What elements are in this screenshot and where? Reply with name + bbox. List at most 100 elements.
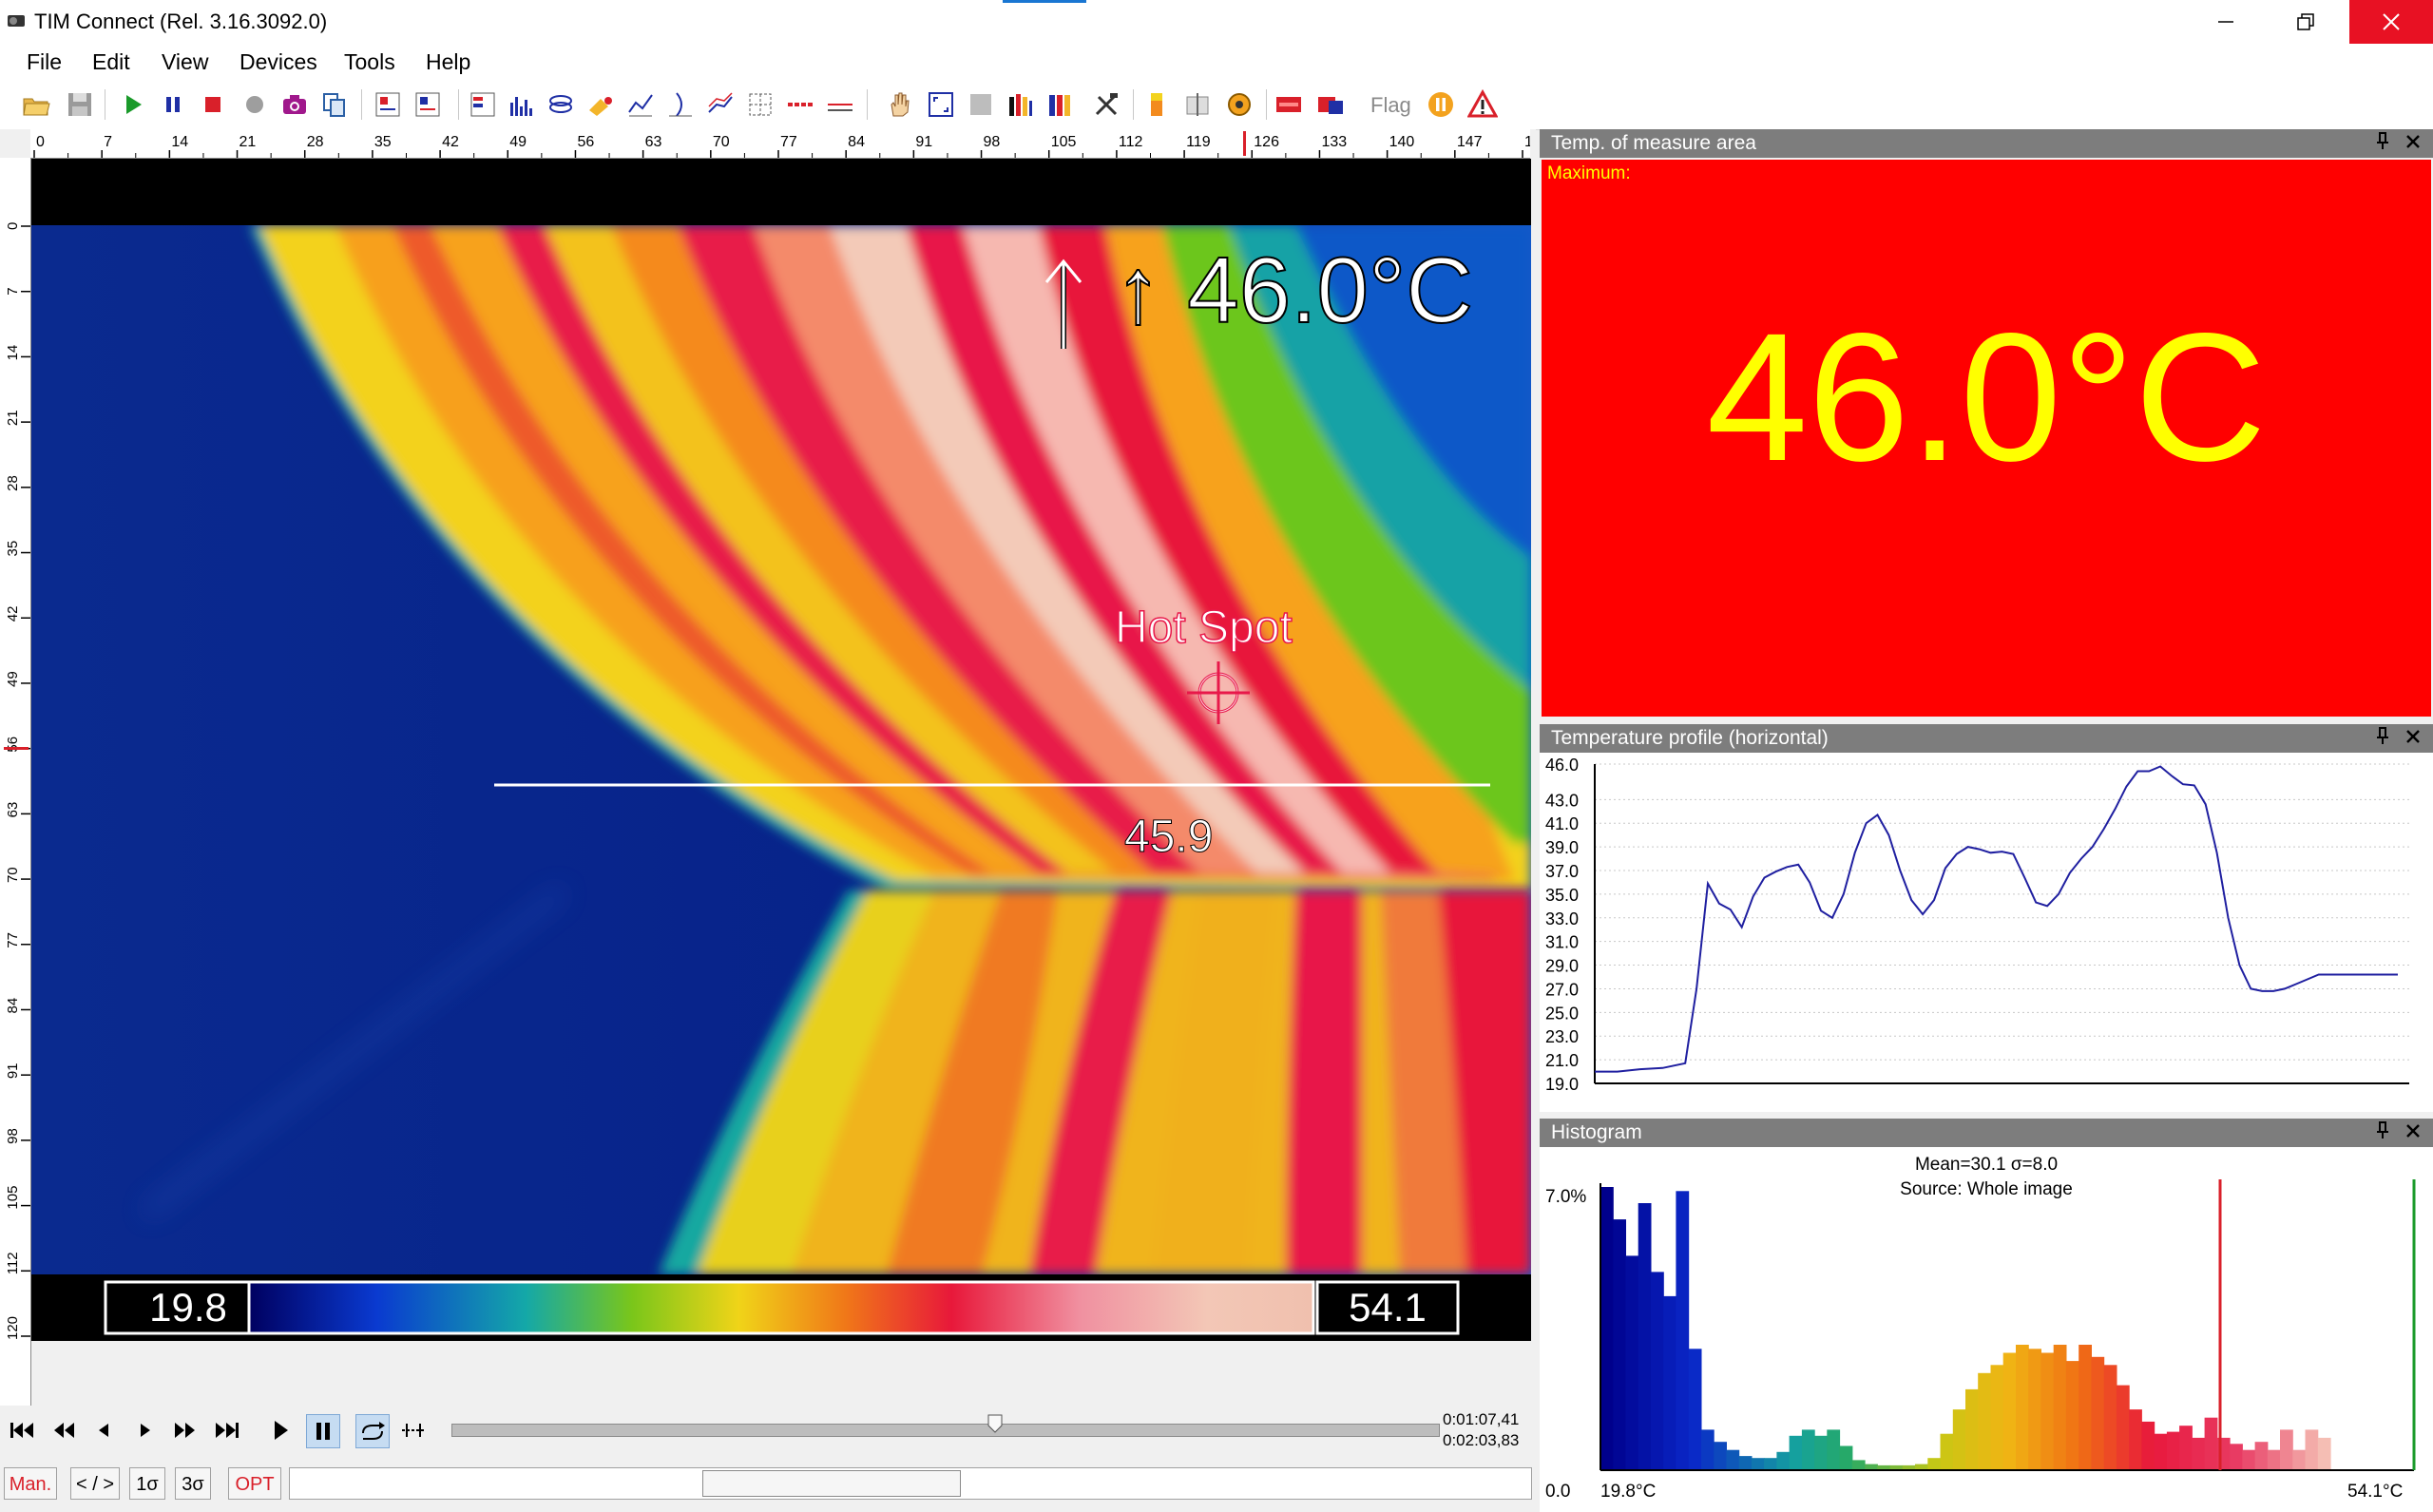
stop-icon[interactable] bbox=[198, 89, 228, 120]
menu-edit[interactable]: Edit bbox=[86, 48, 136, 76]
close-button[interactable] bbox=[2349, 0, 2433, 44]
h-tick-label: 105 bbox=[1051, 134, 1077, 150]
histogram-bar bbox=[2053, 1345, 2067, 1470]
profile-panel-pin-button[interactable] bbox=[2370, 724, 2395, 753]
range-button[interactable] bbox=[397, 1414, 430, 1446]
save-icon[interactable] bbox=[65, 89, 95, 120]
profile-y-tick-label: 39.0 bbox=[1545, 838, 1579, 857]
config-icon[interactable] bbox=[1182, 89, 1213, 120]
minimize-button[interactable] bbox=[2188, 0, 2264, 44]
record-icon[interactable] bbox=[239, 89, 270, 120]
profile-chart[interactable]: 46.0 43.0 41.0 39.0 37.0 35.0 33.0 31.0 29.0 27.0… bbox=[1540, 753, 2433, 1112]
three-sigma-button[interactable]: 3σ bbox=[175, 1467, 211, 1500]
h-tick-label: 133 bbox=[1321, 134, 1347, 150]
profile-icon[interactable] bbox=[665, 89, 696, 120]
hand-icon[interactable] bbox=[884, 89, 914, 120]
copy-icon[interactable] bbox=[319, 89, 350, 120]
play-button[interactable] bbox=[264, 1414, 297, 1446]
h-tick-label: 28 bbox=[307, 134, 324, 150]
rewind-button[interactable] bbox=[48, 1414, 80, 1446]
menu-bar: File Edit View Devices Tools Help bbox=[0, 44, 2433, 80]
temp-measure-panel: Temp. of measure area Maximum: 46.0°C bbox=[1540, 129, 2433, 717]
grid-icon[interactable] bbox=[745, 89, 776, 120]
menu-file[interactable]: File bbox=[21, 48, 67, 76]
flag-pause-icon[interactable] bbox=[1426, 89, 1456, 120]
v-tick-label: 7 bbox=[5, 287, 21, 295]
profile-y-tick-label: 46.0 bbox=[1545, 756, 1579, 775]
image-properties-icon[interactable] bbox=[373, 89, 403, 120]
h-tick-label: 91 bbox=[915, 134, 932, 150]
profile-panel-close-button[interactable] bbox=[2401, 724, 2425, 753]
menu-devices[interactable]: Devices bbox=[234, 48, 323, 76]
horizontal-ruler-ticks: 0 7 14 21 28 35 42 49 56 63 70 77 84 91 98 105 112 119 126… bbox=[33, 131, 1550, 158]
histogram-bar bbox=[2192, 1437, 2206, 1470]
fast-forward-button[interactable] bbox=[169, 1414, 201, 1446]
timeline-track[interactable] bbox=[451, 1424, 1440, 1437]
color-scale-gradient[interactable] bbox=[247, 1280, 1315, 1335]
zoom-gray-icon[interactable] bbox=[966, 89, 996, 120]
device-record-icon[interactable] bbox=[1274, 89, 1304, 120]
temp-panel-close-button[interactable] bbox=[2401, 129, 2425, 158]
warning-icon[interactable] bbox=[1467, 89, 1498, 120]
step-forward-icon bbox=[141, 1424, 150, 1437]
step-forward-button[interactable] bbox=[129, 1414, 162, 1446]
h-tick-label: 49 bbox=[509, 134, 527, 150]
line-chart-icon[interactable] bbox=[625, 89, 656, 120]
range-toggle-button[interactable]: < / > bbox=[70, 1467, 120, 1500]
menu-tools[interactable]: Tools bbox=[338, 48, 401, 76]
thermal-image-canvas[interactable] bbox=[31, 159, 1531, 1407]
tools-icon[interactable] bbox=[1091, 89, 1121, 120]
skip-to-start-button[interactable] bbox=[6, 1414, 38, 1446]
profile-y-tick-label: 21.0 bbox=[1545, 1051, 1579, 1070]
play-icon[interactable] bbox=[118, 89, 148, 120]
manual-button[interactable]: Man. bbox=[4, 1467, 57, 1500]
histogram-bar bbox=[1776, 1451, 1791, 1470]
thermal-image[interactable]: ↑ 46.0°C Hot Spot 45.9 19.8 54.1 bbox=[31, 159, 1531, 1407]
fit-window-icon[interactable] bbox=[926, 89, 956, 120]
histogram-icon[interactable] bbox=[506, 89, 536, 120]
palette-bars-icon[interactable] bbox=[1006, 89, 1036, 120]
histogram-chart[interactable] bbox=[1540, 1119, 2433, 1480]
histogram-bar bbox=[2254, 1442, 2269, 1470]
menu-help[interactable]: Help bbox=[420, 48, 476, 76]
histogram-bar bbox=[2129, 1409, 2142, 1470]
scale-icon[interactable] bbox=[825, 89, 855, 120]
settings-gear-icon[interactable] bbox=[1224, 89, 1255, 120]
pause-button[interactable] bbox=[306, 1414, 340, 1448]
trend-icon[interactable] bbox=[705, 89, 736, 120]
temperature-profile-panel: Temperature profile (horizontal) 46.0 43.… bbox=[1540, 724, 2433, 1112]
restore-button[interactable] bbox=[2268, 0, 2344, 44]
loop-button[interactable] bbox=[355, 1414, 390, 1448]
playback-timeline[interactable] bbox=[451, 1414, 1440, 1441]
profile-y-tick-label: 37.0 bbox=[1545, 862, 1579, 881]
hline-icon[interactable] bbox=[785, 89, 815, 120]
pause-icon[interactable] bbox=[158, 89, 188, 120]
one-sigma-button[interactable]: 1σ bbox=[129, 1467, 165, 1500]
menu-view[interactable]: View bbox=[156, 48, 214, 76]
flag-label[interactable]: Flag bbox=[1370, 93, 1411, 118]
palette-tool-icon[interactable] bbox=[585, 89, 616, 120]
device-snapshot-icon[interactable] bbox=[1315, 89, 1346, 120]
skip-to-end-button[interactable] bbox=[211, 1414, 243, 1446]
opt-button[interactable]: OPT bbox=[228, 1467, 281, 1500]
layout-icon[interactable] bbox=[468, 89, 498, 120]
histogram-bar bbox=[1801, 1429, 1815, 1470]
export-icon[interactable] bbox=[412, 89, 443, 120]
histogram-panel: Histogram Mean=30.1 σ=8.0 Source: Whole … bbox=[1540, 1119, 2433, 1512]
histogram-bar bbox=[1990, 1365, 2004, 1470]
layers-icon[interactable] bbox=[546, 89, 576, 120]
palette-iron-icon[interactable] bbox=[1045, 89, 1076, 120]
timeline-thumb[interactable] bbox=[987, 1414, 1003, 1433]
palette-orange-icon[interactable] bbox=[1142, 89, 1173, 120]
histogram-bar bbox=[1700, 1429, 1715, 1470]
h-tick-label: 70 bbox=[713, 134, 730, 150]
step-back-button[interactable] bbox=[87, 1414, 120, 1446]
range-slider-window[interactable] bbox=[702, 1470, 961, 1497]
range-slider[interactable] bbox=[289, 1467, 1532, 1500]
pause-icon bbox=[316, 1423, 330, 1440]
open-icon[interactable] bbox=[21, 89, 51, 120]
temp-panel-pin-button[interactable] bbox=[2370, 129, 2395, 158]
histogram-bar bbox=[2040, 1352, 2055, 1470]
range-icon bbox=[402, 1424, 425, 1437]
camera-icon[interactable] bbox=[279, 89, 310, 120]
